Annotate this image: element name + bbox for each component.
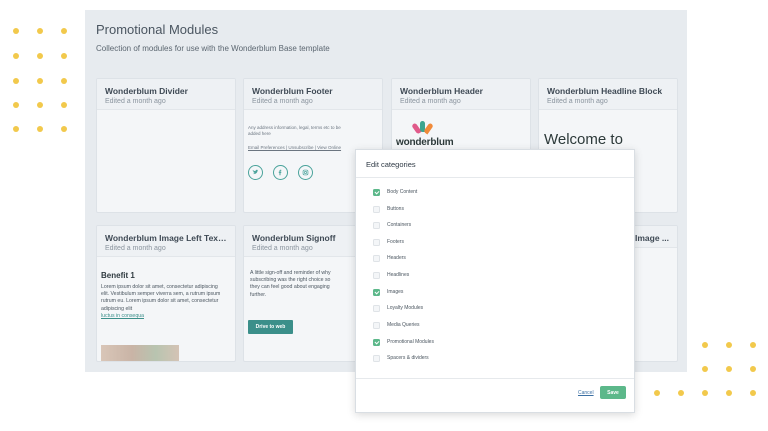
decor-dot [726,390,732,396]
checkbox[interactable] [373,238,380,246]
category-headlines[interactable]: Headlines [373,270,409,280]
footer-address-text: Any address information, legal, terms et… [248,125,341,136]
cancel-button[interactable]: Cancel [578,390,594,396]
decor-dot [13,28,19,34]
checkbox-checked[interactable] [373,288,380,296]
category-label: Containers [387,222,412,228]
checkbox-checked[interactable] [373,338,380,346]
footer-links: Email Preferences | Unsubscribe | View O… [248,145,342,150]
benefit-body-text: Lorem ipsum dolor sit amet, consectetur … [101,284,221,312]
modal-footer-divider [356,378,634,379]
benefit-image [101,345,179,361]
category-spacers-dividers[interactable]: Spacers & dividers [373,353,429,363]
module-card-image-left-text[interactable]: Wonderblum Image Left Text ... Edited a … [96,225,236,362]
category-media-queries[interactable]: Media Queries [373,320,420,330]
decor-dot [726,366,732,372]
checkbox-checked[interactable] [373,188,380,196]
decor-dot [61,102,67,108]
headline-preview-text: Welcome to [544,131,623,148]
card-edited-time: Edited a month ago [252,98,313,105]
decor-dot [678,390,684,396]
decor-dot [702,366,708,372]
twitter-icon [248,165,263,180]
benefit-heading: Benefit 1 [101,271,135,280]
category-label: Footers [387,239,404,245]
category-label: Body Content [387,189,418,195]
card-title: Wonderblum Header [400,86,483,96]
facebook-icon [273,165,288,180]
decor-dot [702,342,708,348]
card-header: Wonderblum Headline Block Edited a month… [539,79,677,110]
page-subtitle: Collection of modules for use with the W… [96,44,330,53]
decor-dot [37,102,43,108]
category-label: Buttons [387,206,404,212]
category-label: Promotional Modules [387,339,434,345]
checkbox[interactable] [373,271,380,279]
category-label: Images [387,289,404,295]
checkbox[interactable] [373,205,380,213]
decor-dot [37,28,43,34]
category-label: Spacers & dividers [387,355,429,361]
signoff-body: A little sign-off and reminder of why su… [250,270,331,298]
decor-dot [750,342,756,348]
category-label: Headlines [387,272,410,278]
logo-text: wonderblum [396,137,454,148]
card-title: Wonderblum Footer [252,86,333,96]
card-header: Wonderblum Image Left Text ... Edited a … [97,226,235,257]
decor-dot [750,390,756,396]
decor-dot [37,126,43,132]
decor-dot [702,390,708,396]
category-buttons[interactable]: Buttons [373,204,404,214]
save-button[interactable]: Save [600,386,626,399]
card-title: Wonderblum Divider [105,86,188,96]
drive-to-web-button: Drive to web [248,320,293,334]
checkbox[interactable] [373,321,380,329]
checkbox[interactable] [373,354,380,362]
category-label: Loyalty Modules [387,305,424,311]
card-title: Wonderblum Image Left Text ... [105,233,227,243]
card-header: Wonderblum Footer Edited a month ago [244,79,382,110]
card-title: Wonderblum Headline Block [547,86,663,96]
card-edited-time: Edited a month ago [105,98,166,105]
decor-dot [61,126,67,132]
decor-dot [654,390,660,396]
card-edited-time: Edited a month ago [547,98,608,105]
checkbox[interactable] [373,221,380,229]
decor-dot [13,102,19,108]
category-body-content[interactable]: Body Content [373,187,417,197]
checkbox[interactable] [373,304,380,312]
benefit-link[interactable]: luctus in consequa [101,313,144,319]
decor-dot [61,28,67,34]
category-containers[interactable]: Containers [373,220,411,230]
page-title: Promotional Modules [96,22,219,37]
decor-dot [37,78,43,84]
category-footers[interactable]: Footers [373,237,404,247]
decor-dot [726,342,732,348]
decor-dot [61,53,67,59]
category-headers[interactable]: Headers [373,253,406,263]
decor-dot [37,53,43,59]
category-label: Headers [387,255,406,261]
modal-title: Edit categories [366,160,416,169]
card-header: Wonderblum Divider Edited a month ago [97,79,235,110]
card-edited-time: Edited a month ago [400,98,461,105]
instagram-icon [298,165,313,180]
category-label: Media Queries [387,322,420,328]
benefit-body: Lorem ipsum dolor sit amet, consectetur … [101,284,221,320]
decor-dot [13,53,19,59]
category-loyalty-modules[interactable]: Loyalty Modules [373,303,423,313]
decor-dot [13,78,19,84]
decor-dot [750,366,756,372]
card-header: Wonderblum Header Edited a month ago [392,79,530,110]
decor-dot [61,78,67,84]
category-images[interactable]: Images [373,287,403,297]
checkbox[interactable] [373,254,380,262]
edit-categories-modal: Edit categories Body Content Buttons Con… [355,149,635,413]
decor-dot [13,126,19,132]
modal-divider [356,177,634,178]
category-promotional-modules[interactable]: Promotional Modules [373,337,434,347]
module-card-divider[interactable]: Wonderblum Divider Edited a month ago [96,78,236,213]
card-edited-time: Edited a month ago [105,245,166,252]
